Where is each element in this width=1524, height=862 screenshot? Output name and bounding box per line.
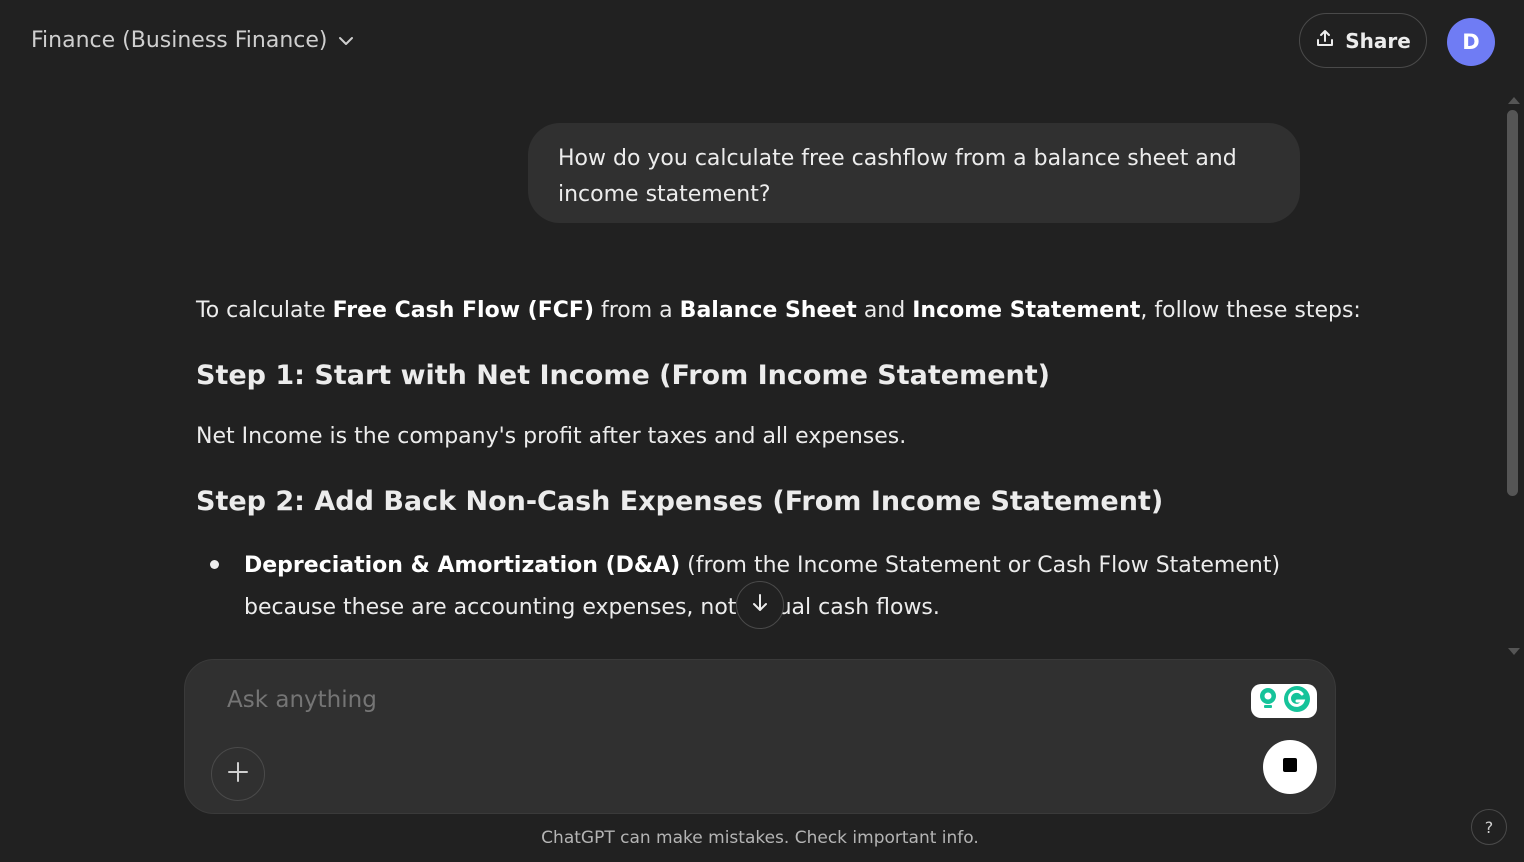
step1-heading: Step 1: Start with Net Income (From Inco… — [196, 360, 1051, 391]
scroll-to-bottom-button[interactable] — [736, 581, 784, 629]
intro-paragraph: To calculate Free Cash Flow (FCF) from a… — [196, 292, 1361, 330]
intro-text: and — [856, 298, 913, 323]
step2-bullet: Depreciation & Amortization (D&A) (from … — [244, 545, 1324, 629]
plus-icon — [227, 761, 249, 787]
step1-text: Net Income is the company's profit after… — [196, 424, 907, 449]
intro-text: , follow these steps: — [1140, 298, 1361, 323]
scroll-down-arrow-icon[interactable] — [1507, 642, 1521, 655]
intro-text: To calculate — [196, 298, 333, 323]
intro-bold-income-statement: Income Statement — [912, 298, 1141, 323]
disclaimer-text: ChatGPT can make mistakes. Check importa… — [541, 828, 979, 848]
scroll-up-arrow-icon[interactable] — [1507, 90, 1521, 104]
scrollbar-thumb[interactable] — [1507, 110, 1518, 496]
attach-button[interactable] — [211, 747, 265, 801]
bullet-marker — [210, 560, 219, 569]
chevron-down-icon — [336, 31, 356, 51]
avatar[interactable]: D — [1447, 18, 1495, 66]
share-button[interactable]: Share — [1299, 13, 1427, 68]
help-button[interactable]: ? — [1471, 809, 1507, 845]
intro-text: from a — [594, 298, 680, 323]
user-message: How do you calculate free cashflow from … — [528, 123, 1300, 223]
grammarly-icon — [1282, 684, 1312, 718]
model-selector[interactable]: Finance (Business Finance) — [31, 28, 356, 53]
prompt-input[interactable] — [225, 686, 1189, 714]
intro-bold-fcf: Free Cash Flow (FCF) — [332, 298, 594, 323]
share-label: Share — [1345, 28, 1411, 53]
bullet-bold: Depreciation & Amortization (D&A) — [244, 553, 681, 578]
share-icon — [1315, 28, 1335, 53]
step2-heading: Step 2: Add Back Non-Cash Expenses (From… — [196, 486, 1164, 517]
stop-generating-button[interactable] — [1263, 740, 1317, 794]
grammarly-widget[interactable] — [1251, 684, 1317, 718]
arrow-down-icon — [749, 592, 771, 618]
top-bar: Finance (Business Finance) Share D — [0, 0, 1524, 84]
model-title: Finance (Business Finance) — [31, 28, 328, 53]
lightbulb-icon — [1256, 686, 1280, 716]
stop-icon — [1282, 757, 1298, 777]
composer — [184, 659, 1336, 814]
intro-bold-balance-sheet: Balance Sheet — [679, 298, 857, 323]
